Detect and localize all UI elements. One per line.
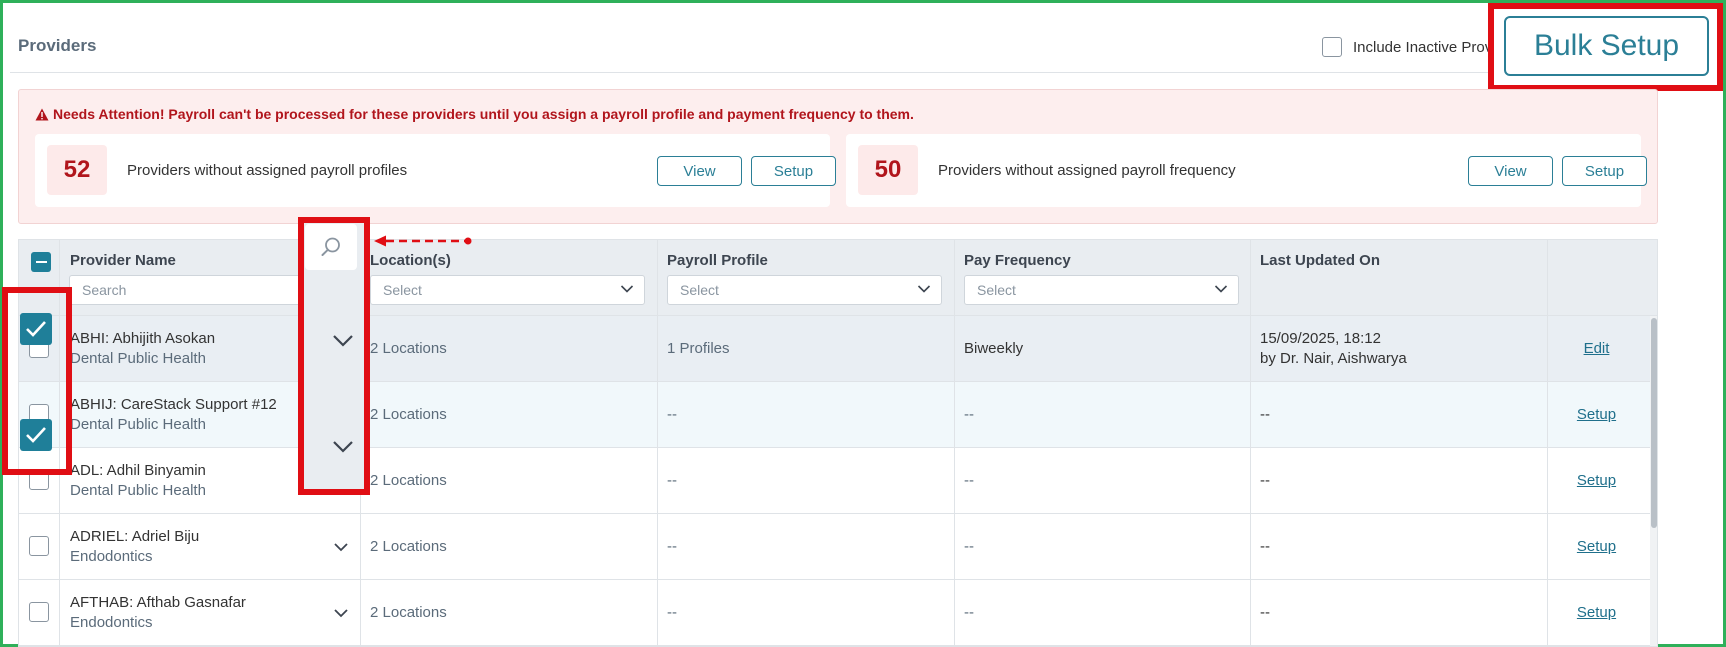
check-icon [26, 427, 46, 443]
selected-checkbox[interactable] [20, 313, 52, 345]
payroll-profile-cell: -- [667, 406, 677, 423]
column-payroll-profile[interactable]: Payroll Profile [667, 252, 768, 269]
chevron-down-icon [620, 285, 634, 293]
attention-alert: Needs Attention! Payroll can't be proces… [18, 89, 1658, 224]
chevron-down-icon[interactable] [332, 440, 354, 454]
payroll-profile-select-value: Select [680, 282, 719, 298]
chevron-down-icon [917, 285, 931, 293]
setup-link[interactable]: Setup [1549, 538, 1644, 555]
column-search-button[interactable] [305, 224, 357, 270]
pay-frequency-cell: -- [964, 604, 974, 621]
last-updated-cell: -- [1260, 604, 1270, 621]
row-checkbox[interactable] [29, 536, 49, 556]
minus-icon [35, 261, 47, 263]
profile-count: 52 [47, 145, 107, 195]
payroll-profile-cell: -- [667, 472, 677, 489]
locations-cell: 2 Locations [370, 340, 447, 357]
provider-specialty: Dental Public Health [70, 416, 206, 433]
table-scrollbar[interactable] [1650, 316, 1657, 646]
payroll-profile-cell: -- [667, 538, 677, 555]
search-icon [321, 237, 340, 256]
payroll-profile-select[interactable]: Select [667, 275, 942, 305]
provider-specialty: Endodontics [70, 614, 153, 631]
provider-specialty: Dental Public Health [70, 482, 206, 499]
view-frequency-button[interactable]: View [1468, 156, 1553, 186]
column-divider [954, 240, 955, 646]
include-inactive-checkbox[interactable] [1322, 37, 1342, 57]
provider-name: AFTHAB: Afthab Gasnafar [70, 594, 246, 611]
view-profiles-button[interactable]: View [657, 156, 742, 186]
table-row[interactable]: ADRIEL: Adriel Biju Endodontics 2 Locati… [19, 514, 1657, 580]
setup-link[interactable]: Setup [1549, 472, 1644, 489]
alert-message: Needs Attention! Payroll can't be proces… [35, 106, 914, 122]
last-updated-date: 15/09/2025, 18:12 [1260, 330, 1381, 347]
table-row[interactable]: ABHIJ: CareStack Support #12 Dental Publ… [19, 382, 1657, 448]
profile-card-text: Providers without assigned payroll profi… [127, 162, 408, 179]
payroll-profile-card: 52 Providers without assigned payroll pr… [35, 134, 836, 207]
locations-cell: 2 Locations [370, 538, 447, 555]
last-updated-by: by Dr. Nair, Aishwarya [1260, 350, 1407, 367]
table-row[interactable]: ADL: Adhil Binyamin Dental Public Health… [19, 448, 1657, 514]
locations-cell: 2 Locations [370, 604, 447, 621]
chevron-down-icon [1214, 285, 1228, 293]
column-provider-name[interactable]: Provider Name [70, 252, 176, 269]
frequency-card-text: Providers without assigned payroll frequ… [938, 162, 1236, 179]
provider-name: ABHI: Abhijith Asokan [70, 330, 216, 347]
frequency-count: 50 [858, 145, 918, 195]
bulk-setup-button[interactable]: Bulk Setup [1504, 16, 1709, 76]
pay-frequency-select-value: Select [977, 282, 1016, 298]
column-pay-frequency[interactable]: Pay Frequency [964, 252, 1071, 269]
dashed-arrow-icon [374, 235, 472, 247]
scrollbar-thumb[interactable] [1651, 318, 1657, 528]
provider-name: ADRIEL: Adriel Biju [70, 528, 200, 545]
setup-link[interactable]: Setup [1549, 604, 1644, 621]
column-divider [657, 240, 658, 646]
header-divider [10, 72, 1660, 73]
pay-frequency-cell: -- [964, 538, 974, 555]
column-divider [1250, 240, 1251, 646]
chevron-down-icon[interactable] [332, 334, 354, 348]
edit-link[interactable]: Edit [1549, 340, 1644, 357]
setup-frequency-button[interactable]: Setup [1562, 156, 1647, 186]
column-divider [1547, 240, 1548, 646]
warning-icon [35, 108, 49, 120]
alert-text: Needs Attention! Payroll can't be proces… [53, 106, 914, 122]
chevron-down-icon[interactable] [333, 542, 349, 552]
provider-specialty: Dental Public Health [70, 350, 206, 367]
last-updated-cell: -- [1260, 406, 1270, 423]
providers-table: Provider Name Search Location(s) Select … [18, 239, 1658, 647]
last-updated-cell: -- [1260, 472, 1270, 489]
payroll-profile-cell: 1 Profiles [667, 340, 730, 357]
include-inactive-label: Include Inactive Providers [1353, 38, 1493, 56]
column-last-updated[interactable]: Last Updated On [1260, 252, 1380, 269]
chevron-down-icon[interactable] [333, 608, 349, 618]
locations-select[interactable]: Select [370, 275, 645, 305]
pay-frequency-cell: Biweekly [964, 340, 1024, 357]
last-updated-cell: -- [1260, 538, 1270, 555]
setup-profiles-button[interactable]: Setup [751, 156, 836, 186]
table-header: Provider Name Search Location(s) Select … [19, 240, 1657, 316]
row-checkbox[interactable] [29, 602, 49, 622]
pay-frequency-select[interactable]: Select [964, 275, 1239, 305]
provider-search-input[interactable]: Search [69, 275, 309, 305]
selected-checkbox[interactable] [20, 419, 52, 451]
column-locations[interactable]: Location(s) [370, 252, 451, 269]
payroll-profile-cell: -- [667, 604, 677, 621]
table-row[interactable]: ABHI: Abhijith Asokan Dental Public Heal… [19, 316, 1657, 382]
table-row[interactable]: AFTHAB: Afthab Gasnafar Endodontics 2 Lo… [19, 580, 1657, 646]
check-icon [26, 321, 46, 337]
payroll-frequency-card: 50 Providers without assigned payroll fr… [846, 134, 1647, 207]
pay-frequency-cell: -- [964, 406, 974, 423]
locations-cell: 2 Locations [370, 406, 447, 423]
locations-cell: 2 Locations [370, 472, 447, 489]
locations-select-value: Select [383, 282, 422, 298]
select-all-checkbox[interactable] [31, 252, 51, 272]
pay-frequency-cell: -- [964, 472, 974, 489]
provider-specialty: Endodontics [70, 548, 153, 565]
page-title: Providers [18, 36, 97, 55]
include-inactive-toggle[interactable]: Include Inactive Providers [1322, 37, 1493, 57]
provider-name: ADL: Adhil Binyamin [70, 462, 206, 479]
provider-name: ABHIJ: CareStack Support #12 [70, 396, 277, 413]
setup-link[interactable]: Setup [1549, 406, 1644, 423]
